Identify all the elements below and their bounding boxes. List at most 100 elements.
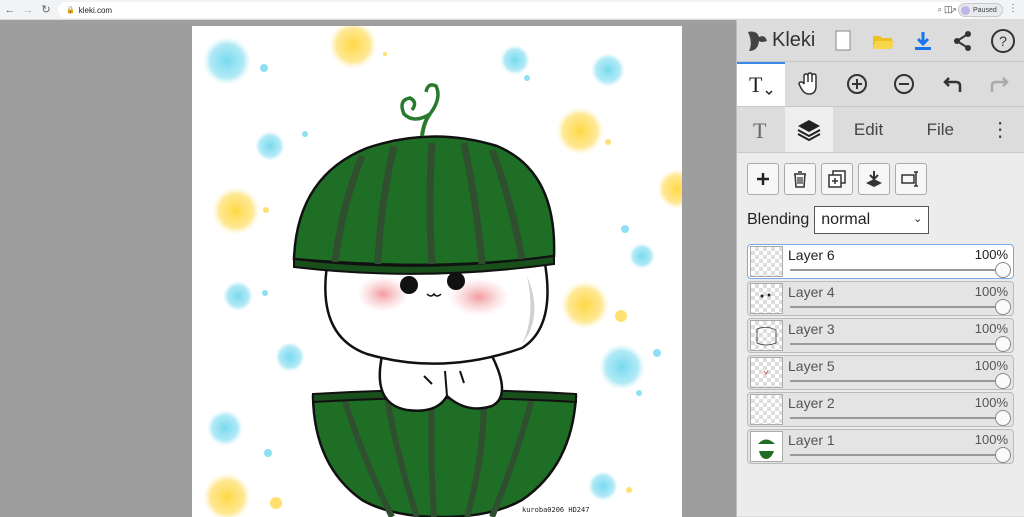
hand-icon [797, 72, 817, 95]
tool-panel: Kleki ? T T Edit File ⋮ Blending normal … [736, 20, 1024, 517]
help-button[interactable]: ? [983, 21, 1023, 61]
layer-opacity: 100% [974, 321, 1008, 336]
svg-text:T: T [749, 72, 763, 97]
layer-name: Layer 3 [788, 321, 835, 337]
opacity-slider-handle[interactable] [995, 373, 1011, 389]
share-icon [954, 30, 971, 51]
share-button[interactable] [943, 21, 983, 61]
layer-opacity: 100% [974, 284, 1008, 299]
zoom-in-icon [846, 74, 867, 94]
layer-thumbnail [750, 394, 783, 425]
opacity-slider-handle[interactable] [995, 299, 1011, 315]
download-icon [915, 31, 931, 50]
lock-icon[interactable]: 🔒 [66, 6, 75, 14]
avatar [961, 5, 970, 15]
tool-row: T [737, 62, 1024, 107]
blending-value: normal [821, 211, 871, 228]
browser-menu-icon[interactable]: ⋮ [1008, 3, 1018, 17]
merge-down-button[interactable] [858, 163, 890, 195]
drawing-canvas[interactable]: kuroba0206 HD247 [192, 26, 682, 517]
layer-thumbnail [750, 320, 783, 351]
zoom-out-icon [894, 74, 915, 94]
url-text: kleki.com [78, 5, 113, 15]
layer-thumbnail [750, 357, 783, 388]
opacity-slider-track[interactable] [790, 306, 1003, 308]
trash-icon [794, 171, 806, 188]
layer-opacity: 100% [974, 432, 1008, 447]
undo-button[interactable] [928, 62, 976, 106]
chevron-down-icon: ⌄ [913, 213, 923, 225]
svg-text:T: T [753, 118, 767, 142]
layer-item[interactable]: Layer 1 100% [747, 429, 1014, 464]
opacity-slider-track[interactable] [790, 269, 1003, 271]
layer-list: Layer 6 100% Layer 4 100% Layer 3 100% L… [747, 244, 1024, 464]
opacity-slider-track[interactable] [790, 343, 1003, 345]
new-image-button[interactable] [823, 21, 863, 61]
tab-layers[interactable] [784, 107, 833, 152]
layer-toolbar [747, 163, 1024, 195]
text-icon: T [753, 118, 767, 142]
address-bar[interactable]: 🔒 kleki.com ⌕ ↗ ☆ [58, 2, 978, 18]
text-tool-button[interactable]: T [737, 62, 785, 106]
layer-name: Layer 5 [788, 358, 835, 374]
profile-button[interactable]: Paused [958, 3, 1003, 17]
undo-icon [943, 77, 962, 92]
watermelon-hat [292, 83, 556, 275]
reload-icon[interactable]: ↻ [38, 2, 54, 18]
layer-thumbnail [750, 431, 783, 462]
svg-text:?: ? [999, 33, 1007, 49]
layer-name: Layer 4 [788, 284, 835, 300]
open-image-button[interactable] [863, 21, 903, 61]
duplicate-layer-button[interactable] [821, 163, 853, 195]
layer-item[interactable]: Layer 5 100% [747, 355, 1014, 390]
layer-thumbnail [750, 246, 783, 277]
zoom-icon[interactable]: ⌕ [938, 5, 942, 15]
layer-opacity: 100% [974, 358, 1008, 373]
opacity-slider-handle[interactable] [995, 336, 1011, 352]
layer-item[interactable]: Layer 2 100% [747, 392, 1014, 427]
kleki-logo[interactable]: Kleki [745, 26, 823, 56]
redo-button[interactable] [976, 62, 1024, 106]
zoom-out-button[interactable] [880, 62, 928, 106]
watermelon-bottom [311, 389, 578, 517]
layer-item[interactable]: Layer 3 100% [747, 318, 1014, 353]
browser-toolbar: ← → ↻ 🔒 kleki.com ⌕ ↗ ☆ ◫ Paused ⋮ [0, 0, 1024, 20]
blending-label: Blending [747, 211, 810, 228]
opacity-slider-track[interactable] [790, 417, 1003, 419]
opacity-slider-track[interactable] [790, 454, 1003, 456]
back-icon[interactable]: ← [2, 2, 18, 18]
tab-file[interactable]: File [904, 107, 976, 152]
more-vertical-icon: ⋮ [990, 119, 1011, 141]
canvas-workspace[interactable]: kuroba0206 HD247 [0, 20, 736, 517]
tab-row: T Edit File ⋮ [737, 107, 1024, 153]
layer-thumbnail [750, 283, 783, 314]
kleki-logo-icon [748, 31, 767, 51]
layer-opacity: 100% [974, 247, 1008, 262]
watermark: kuroba0206 HD247 [522, 506, 590, 514]
layer-item[interactable]: Layer 6 100% [747, 244, 1014, 279]
layer-opacity: 100% [974, 395, 1008, 410]
artwork [203, 26, 682, 517]
opacity-slider-handle[interactable] [995, 410, 1011, 426]
text-tool-icon: T [749, 72, 773, 97]
help-icon: ? [991, 28, 1015, 53]
side-panel-icon[interactable]: ◫ [944, 4, 954, 16]
opacity-slider-handle[interactable] [995, 447, 1011, 463]
more-menu-button[interactable]: ⋮ [976, 107, 1024, 152]
hand-tool-button[interactable] [785, 62, 833, 106]
opacity-slider-track[interactable] [790, 380, 1003, 382]
add-layer-button[interactable] [747, 163, 779, 195]
opacity-slider-handle[interactable] [995, 262, 1011, 278]
panel-header: Kleki ? [737, 20, 1024, 62]
duplicate-icon [828, 170, 846, 188]
plus-icon [757, 173, 769, 185]
forward-icon[interactable]: → [20, 2, 36, 18]
tab-tool-settings[interactable]: T [737, 107, 785, 152]
blending-select[interactable]: normal ⌄ [814, 206, 930, 234]
download-button[interactable] [903, 21, 943, 61]
delete-layer-button[interactable] [784, 163, 816, 195]
zoom-in-button[interactable] [833, 62, 881, 106]
tab-edit[interactable]: Edit [833, 107, 905, 152]
layer-item[interactable]: Layer 4 100% [747, 281, 1014, 316]
rename-layer-button[interactable] [895, 163, 927, 195]
